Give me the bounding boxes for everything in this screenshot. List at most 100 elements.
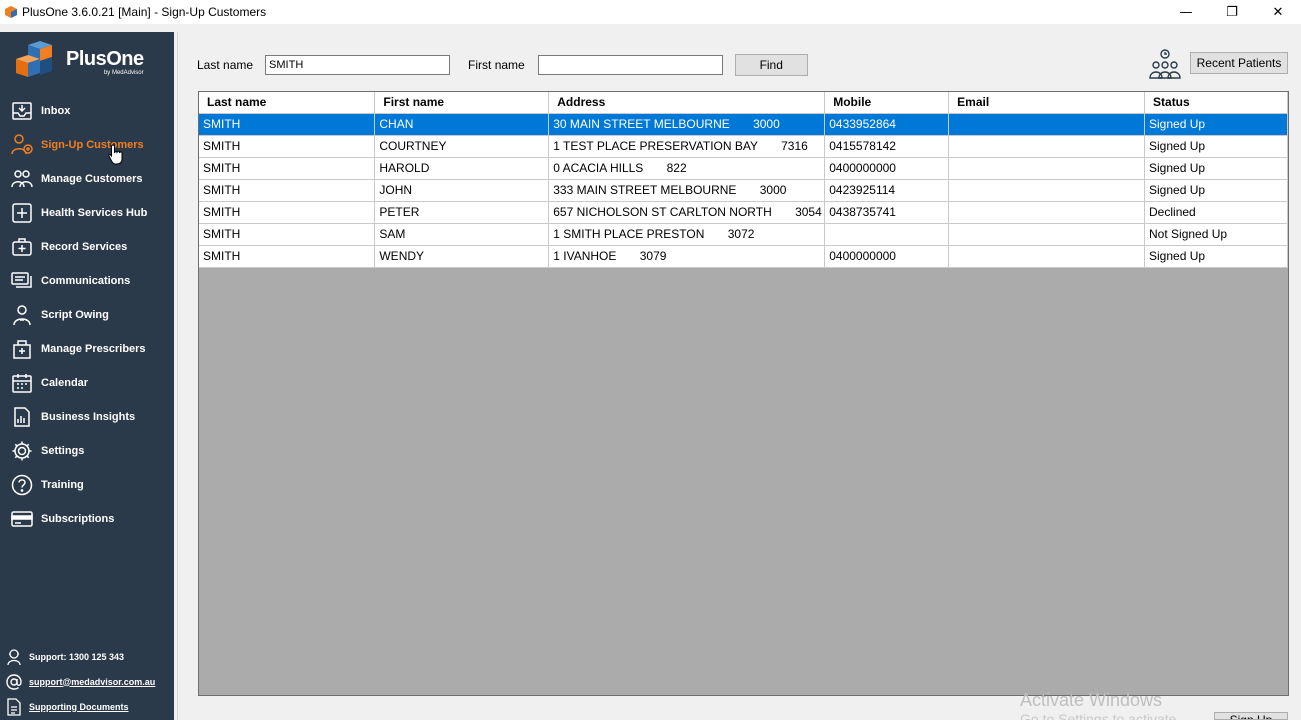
sidebar-item-label: Manage Customers <box>41 173 143 185</box>
support-section: Support: 1300 125 343 support@medadvisor… <box>0 644 174 719</box>
sidebar-item-business-insights[interactable]: Business Insights <box>0 400 174 434</box>
sidebar-item-subscriptions[interactable]: Subscriptions <box>0 502 174 536</box>
sidebar-item-label: Communications <box>41 275 131 287</box>
table-row[interactable]: SMITH PETER 657 NICHOLSON ST CARLTON NOR… <box>199 201 1288 224</box>
first-name-label: First name <box>468 58 525 72</box>
support-email[interactable]: support@medadvisor.com.au <box>0 669 174 694</box>
sign-up-button[interactable]: Sign Up <box>1214 712 1288 720</box>
cell-status: Signed Up <box>1144 179 1288 202</box>
sign-up-icon <box>10 133 34 157</box>
sidebar-item-communications[interactable]: Communications <box>0 264 174 298</box>
insights-icon <box>10 405 34 429</box>
table-row[interactable]: SMITH WENDY 1 IVANHOE 3079 0400000000 Si… <box>199 245 1288 268</box>
find-button[interactable]: Find <box>734 54 808 76</box>
cell-address: 657 NICHOLSON ST CARLTON NORTH 3054 <box>548 201 826 224</box>
table-row[interactable]: SMITH JOHN 333 MAIN STREET MELBOURNE 300… <box>199 179 1288 202</box>
support-email-link[interactable]: support@medadvisor.com.au <box>29 677 155 687</box>
sidebar-item-script-owing[interactable]: Script Owing <box>0 298 174 332</box>
activate-windows-watermark: Activate Windows <box>1020 690 1163 710</box>
sidebar-nav: Inbox Sign-Up Customers Manage Customers… <box>0 94 174 536</box>
sidebar-item-label: Health Services Hub <box>41 207 148 219</box>
cell-first-name: CHAN <box>374 113 550 136</box>
cell-last-name: SMITH <box>199 245 376 268</box>
first-name-input[interactable] <box>537 55 723 75</box>
cell-email <box>948 135 1146 158</box>
sidebar-item-label: Calendar <box>41 377 89 389</box>
gear-icon <box>10 439 34 463</box>
title-bar: PlusOne 3.6.0.21 [Main] - Sign-Up Custom… <box>0 0 1301 24</box>
sidebar-item-label: Settings <box>41 445 85 457</box>
support-docs-link[interactable]: Supporting Documents <box>29 702 129 712</box>
minimize-button[interactable]: — <box>1163 0 1209 24</box>
calendar-icon <box>10 371 34 395</box>
cell-last-name: SMITH <box>199 135 376 158</box>
cell-first-name: HAROLD <box>374 157 550 180</box>
sidebar-item-label: Sign-Up Customers <box>41 139 144 151</box>
table-row[interactable]: SMITH CHAN 30 MAIN STREET MELBOURNE 3000… <box>199 113 1288 136</box>
column-header-last-name[interactable]: Last name <box>199 92 376 114</box>
sidebar-item-calendar[interactable]: Calendar <box>0 366 174 400</box>
search-bar: Last name First name Find <box>197 54 808 76</box>
sidebar-item-health-services-hub[interactable]: Health Services Hub <box>0 196 174 230</box>
cell-email <box>948 179 1146 202</box>
sidebar-item-settings[interactable]: Settings <box>0 434 174 468</box>
column-header-status[interactable]: Status <box>1144 92 1288 114</box>
recent-patients-button[interactable]: Recent Patients <box>1190 52 1288 74</box>
sidebar-item-label: Subscriptions <box>41 513 115 525</box>
cell-first-name: WENDY <box>374 245 550 268</box>
cell-address: 1 SMITH PLACE PRESTON 3072 <box>548 223 826 246</box>
column-header-mobile[interactable]: Mobile <box>824 92 950 114</box>
sidebar-item-training[interactable]: Training <box>0 468 174 502</box>
support-docs[interactable]: Supporting Documents <box>0 694 174 719</box>
close-button[interactable]: ✕ <box>1255 0 1301 24</box>
cell-first-name: COURTNEY <box>374 135 550 158</box>
column-header-address[interactable]: Address <box>548 92 826 114</box>
last-name-label: Last name <box>197 58 254 72</box>
table-row[interactable]: SMITH COURTNEY 1 TEST PLACE PRESERVATION… <box>199 135 1288 158</box>
sidebar-item-record-services[interactable]: Record Services <box>0 230 174 264</box>
last-name-input[interactable] <box>265 55 451 75</box>
cell-last-name: SMITH <box>199 179 376 202</box>
recent-patients-icon[interactable] <box>1148 48 1182 82</box>
cell-mobile: 0400000000 <box>824 157 950 180</box>
brand-logo: PlusOne by MedAdvisor <box>14 40 144 86</box>
column-header-first-name[interactable]: First name <box>374 92 550 114</box>
health-hub-icon <box>10 201 34 225</box>
cell-status: Signed Up <box>1144 245 1288 268</box>
window-title: PlusOne 3.6.0.21 [Main] - Sign-Up Custom… <box>22 5 267 19</box>
support-phone: Support: 1300 125 343 <box>0 644 174 669</box>
script-owing-icon <box>10 303 34 327</box>
plusone-cube-icon <box>16 41 52 77</box>
customers-grid: Last name First name Address Mobile Emai… <box>198 91 1289 696</box>
sidebar-item-label: Record Services <box>41 241 128 253</box>
hand-cursor-icon <box>108 144 123 165</box>
help-icon <box>10 473 34 497</box>
cell-address: 1 TEST PLACE PRESERVATION BAY 7316 <box>548 135 826 158</box>
column-header-email[interactable]: Email <box>948 92 1146 114</box>
sidebar-item-manage-customers[interactable]: Manage Customers <box>0 162 174 196</box>
document-icon <box>5 697 23 716</box>
sidebar-item-label: Training <box>41 479 84 491</box>
cell-status: Signed Up <box>1144 157 1288 180</box>
prescribers-icon <box>10 337 34 361</box>
cell-address: 1 IVANHOE 3079 <box>548 245 826 268</box>
brand-byline: by MedAdvisor <box>103 70 144 76</box>
main-panel: Last name First name Find Recent Patient… <box>177 32 1301 720</box>
sidebar: PlusOne by MedAdvisor Inbox Sign-Up Cust… <box>0 32 174 720</box>
table-row[interactable]: SMITH HAROLD 0 ACACIA HILLS 822 04000000… <box>199 157 1288 180</box>
cell-email <box>948 113 1146 136</box>
restore-button[interactable]: ❐ <box>1209 0 1255 24</box>
cell-email <box>948 157 1146 180</box>
sidebar-item-manage-prescribers[interactable]: Manage Prescribers <box>0 332 174 366</box>
sidebar-item-inbox[interactable]: Inbox <box>0 94 174 128</box>
cell-address: 333 MAIN STREET MELBOURNE 3000 <box>548 179 826 202</box>
table-row[interactable]: SMITH SAM 1 SMITH PLACE PRESTON 3072 Not… <box>199 223 1288 246</box>
sidebar-item-sign-up-customers[interactable]: Sign-Up Customers <box>0 128 174 162</box>
cell-mobile: 0400000000 <box>824 245 950 268</box>
sidebar-item-label: Business Insights <box>41 411 136 423</box>
cell-mobile: 0415578142 <box>824 135 950 158</box>
cell-email <box>948 245 1146 268</box>
cell-mobile <box>824 223 950 246</box>
cell-mobile: 0433952864 <box>824 113 950 136</box>
communications-icon <box>10 269 34 293</box>
